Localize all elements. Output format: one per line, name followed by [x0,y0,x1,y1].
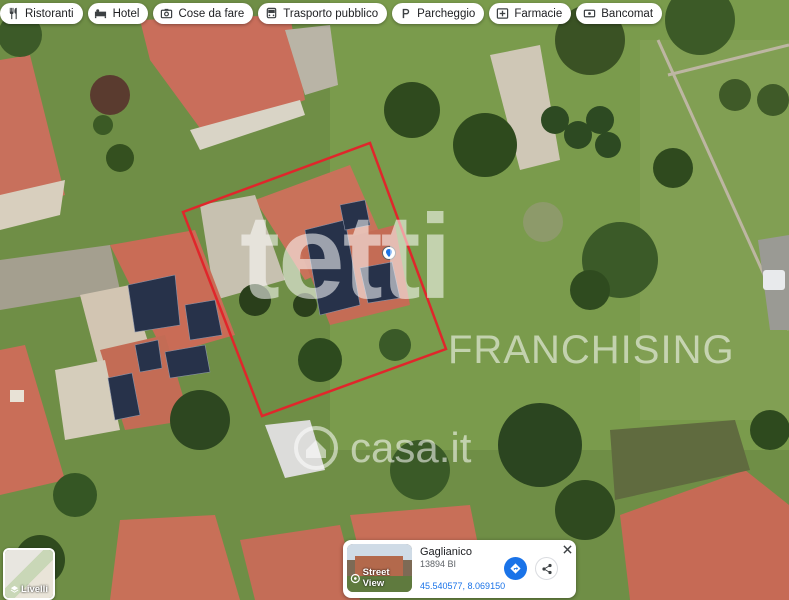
bed-icon [94,7,108,21]
place-coordinates[interactable]: 45.540577, 8.069150 [420,581,505,591]
street-view-label-row: Street View [350,567,412,589]
chip-ristoranti[interactable]: Ristoranti [0,3,83,24]
parking-icon [398,7,412,21]
directions-icon [510,563,521,574]
watermark-casa-icon [294,426,338,470]
location-pin-icon[interactable] [382,246,396,260]
chip-cose-da-fare[interactable]: Cose da fare [153,3,254,24]
place-postal: 13894 BI [420,559,457,569]
chip-label: Ristoranti [25,7,74,20]
close-button[interactable] [561,543,573,555]
directions-button[interactable] [504,557,527,580]
chip-hotel[interactable]: Hotel [87,3,149,24]
chip-label: Farmacie [514,7,563,20]
place-card: Street View Gaglianico 13894 BI 45.54057… [343,540,576,598]
chip-label: Bancomat [601,7,654,20]
chip-label: Cose da fare [178,7,245,20]
street-view-label: Street View [362,567,390,589]
street-view-icon [350,573,360,583]
chip-parcheggio[interactable]: Parcheggio [392,3,485,24]
chip-label: Parcheggio [417,7,476,20]
filter-chips: Ristoranti Hotel Cose da fare Trasporto … [0,3,663,24]
chip-label: Hotel [112,7,140,20]
chip-label: Trasporto pubblico [283,7,379,20]
atm-icon [582,7,596,21]
pharmacy-icon [495,7,509,21]
layers-label-row: Livelli [5,584,53,595]
chip-trasporto-pubblico[interactable]: Trasporto pubblico [258,3,388,24]
layers-icon [10,585,19,593]
satellite-map[interactable] [0,0,789,600]
place-name: Gaglianico [420,546,472,558]
bus-icon [264,7,278,21]
fork-knife-icon [6,7,20,21]
share-button[interactable] [535,557,558,580]
chip-farmacie[interactable]: Farmacie [489,3,572,24]
share-icon [541,563,552,574]
layers-button[interactable]: Livelli [3,548,55,600]
street-view-thumbnail[interactable]: Street View [347,544,412,592]
close-icon [562,544,572,554]
layers-label: Livelli [21,584,48,595]
camera-icon [159,7,173,21]
chip-bancomat[interactable]: Bancomat [576,3,663,24]
